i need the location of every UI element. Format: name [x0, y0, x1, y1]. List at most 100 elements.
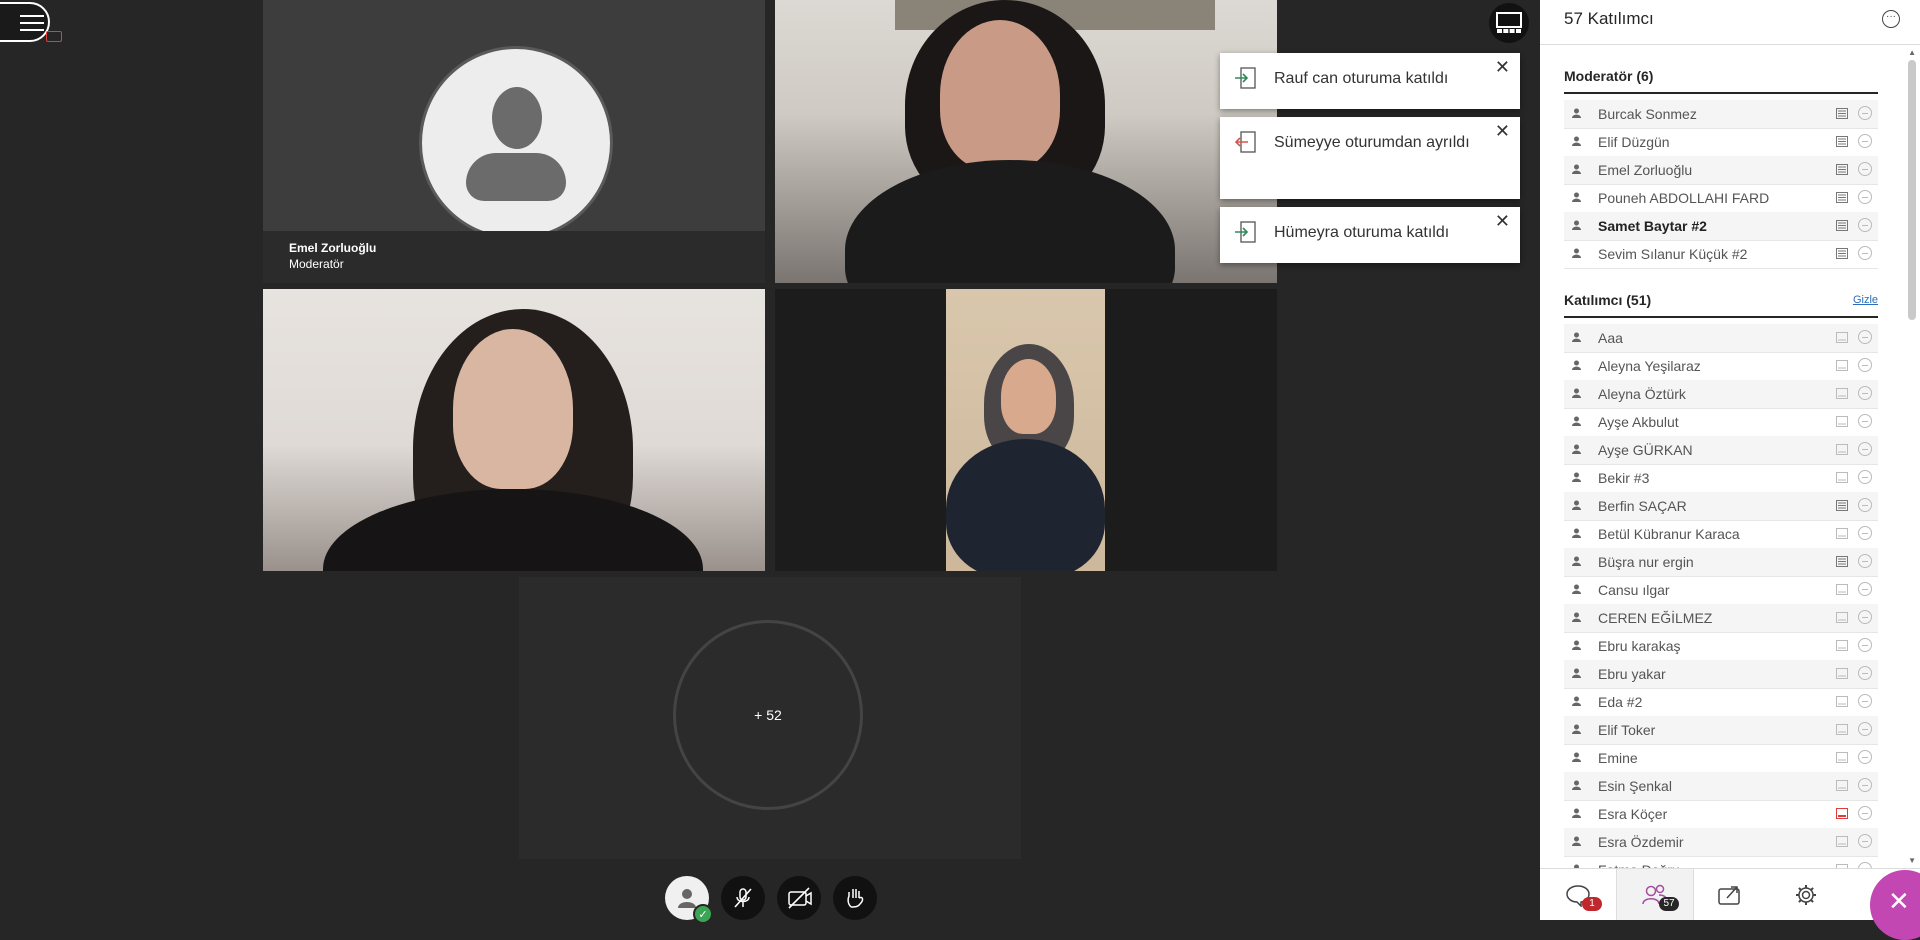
participant-options-icon[interactable] — [1858, 498, 1872, 512]
participant-options-icon[interactable] — [1858, 778, 1872, 792]
participant-row[interactable]: Bekir #3 — [1564, 464, 1878, 493]
microphone-off-icon — [734, 888, 752, 908]
participant-options-icon[interactable] — [1858, 386, 1872, 400]
participant-options-icon[interactable] — [1858, 834, 1872, 848]
video-person-face — [453, 329, 573, 489]
chat-unread-badge: 1 — [1582, 897, 1602, 911]
video-tile-webcam-3[interactable] — [775, 289, 1277, 571]
participant-name: Pouneh ABDOLLAHI FARD — [1598, 190, 1770, 206]
close-panel-button[interactable]: ✕ — [1870, 870, 1920, 940]
participant-row[interactable]: Aaa — [1564, 324, 1878, 353]
participant-options-icon[interactable] — [1858, 582, 1872, 596]
mic-level-icon — [1836, 528, 1848, 539]
participant-row[interactable]: Betül Kübranur Karaca — [1564, 520, 1878, 549]
participant-row[interactable]: Sevim Sılanur Küçük #2 — [1564, 240, 1878, 269]
participant-row[interactable]: Berfin SAÇAR — [1564, 492, 1878, 521]
video-person-body — [946, 439, 1105, 571]
participant-row[interactable]: Cansu ılgar — [1564, 576, 1878, 605]
gear-icon — [1796, 884, 1816, 905]
participant-options-icon[interactable] — [1858, 190, 1872, 204]
participant-options-icon[interactable] — [1858, 638, 1872, 652]
mic-level-icon — [1836, 556, 1848, 567]
video-person-face — [940, 20, 1060, 170]
toast-close-button[interactable]: ✕ — [1495, 57, 1510, 78]
participant-row[interactable]: Ebru yakar — [1564, 660, 1878, 689]
participant-row[interactable]: Ebru karakaş — [1564, 632, 1878, 661]
participant-row[interactable]: Esin Şenkal — [1564, 772, 1878, 801]
participant-row[interactable]: Emine — [1564, 744, 1878, 773]
participant-options-icon[interactable] — [1858, 750, 1872, 764]
settings-tab-button[interactable] — [1768, 869, 1844, 920]
participant-row[interactable]: Esra Özdemir — [1564, 828, 1878, 857]
avatar-body — [466, 153, 566, 201]
participant-options-icon[interactable] — [1858, 414, 1872, 428]
mic-level-icon — [1836, 500, 1848, 511]
video-tile-speaker[interactable]: Emel Zorluoğlu Moderatör — [263, 0, 765, 283]
participant-row[interactable]: Ayşe GÜRKAN — [1564, 436, 1878, 465]
toast-close-button[interactable]: ✕ — [1495, 121, 1510, 142]
user-icon — [1572, 472, 1581, 482]
layout-toggle-button[interactable] — [1489, 3, 1529, 43]
scroll-down-arrow[interactable]: ▼ — [1908, 856, 1916, 865]
participant-options-icon[interactable] — [1858, 246, 1872, 260]
raise-hand-button[interactable] — [833, 876, 877, 920]
participant-options-icon[interactable] — [1858, 666, 1872, 680]
chat-tab-button[interactable]: 1 — [1540, 869, 1616, 920]
speaker-role: Moderatör — [289, 257, 344, 271]
participant-name: Esra Özdemir — [1598, 834, 1684, 850]
participant-options-icon[interactable] — [1858, 358, 1872, 372]
session-menu-button[interactable] — [0, 2, 62, 42]
participants-section-header: Katılımcı (51) Gizle — [1564, 292, 1878, 318]
participant-row[interactable]: Samet Baytar #2 — [1564, 212, 1878, 241]
microphone-toggle-button[interactable] — [721, 876, 765, 920]
participant-row[interactable]: Eda #2 — [1564, 688, 1878, 717]
toast-text: Sümeyye oturumdan ayrıldı — [1274, 134, 1470, 151]
participant-name: Aaa — [1598, 330, 1623, 346]
participants-tab-button[interactable]: 57 — [1616, 869, 1694, 920]
my-status-button[interactable]: ✓ — [665, 876, 713, 924]
user-icon — [1572, 836, 1581, 846]
toast-close-button[interactable]: ✕ — [1495, 211, 1510, 232]
participant-options-icon[interactable] — [1858, 106, 1872, 120]
participant-row[interactable]: Aleyna Öztürk — [1564, 380, 1878, 409]
recording-icon — [46, 31, 62, 42]
participant-row[interactable]: Elif Toker — [1564, 716, 1878, 745]
participant-options-icon[interactable] — [1858, 330, 1872, 344]
participant-row[interactable]: Esra Köçer — [1564, 800, 1878, 829]
participant-options-icon[interactable] — [1858, 218, 1872, 232]
participant-row[interactable]: Elif Düzgün — [1564, 128, 1878, 157]
participant-name: Emel Zorluoğlu — [1598, 162, 1693, 178]
participant-row[interactable]: Pouneh ABDOLLAHI FARD — [1564, 184, 1878, 213]
participant-row[interactable]: Emel Zorluoğlu — [1564, 156, 1878, 185]
join-icon — [1235, 221, 1256, 243]
scroll-up-arrow[interactable]: ▲ — [1908, 48, 1916, 57]
scrollbar-thumb[interactable] — [1908, 60, 1916, 320]
participant-options-icon[interactable] — [1858, 610, 1872, 624]
ellipsis-icon[interactable]: ··· — [1882, 10, 1900, 28]
participant-options-icon[interactable] — [1858, 162, 1872, 176]
participant-row[interactable]: Ayşe Akbulut — [1564, 408, 1878, 437]
participant-options-icon[interactable] — [1858, 722, 1872, 736]
participants-count-badge: 57 — [1659, 897, 1679, 911]
participant-row[interactable]: Büşra nur ergin — [1564, 548, 1878, 577]
participant-options-icon[interactable] — [1858, 526, 1872, 540]
video-tile-webcam-1[interactable] — [775, 0, 1277, 283]
participant-row[interactable]: Burcak Sonmez — [1564, 100, 1878, 129]
overflow-participants-tile[interactable]: + 52 — [519, 577, 1021, 859]
share-content-tab-button[interactable] — [1692, 869, 1768, 920]
hand-icon — [847, 889, 864, 908]
mic-level-icon — [1836, 472, 1848, 483]
participant-name: Samet Baytar #2 — [1598, 218, 1707, 234]
participant-options-icon[interactable] — [1858, 470, 1872, 484]
participant-options-icon[interactable] — [1858, 694, 1872, 708]
participant-options-icon[interactable] — [1858, 806, 1872, 820]
video-tile-webcam-2[interactable] — [263, 289, 765, 571]
participant-options-icon[interactable] — [1858, 554, 1872, 568]
participant-options-icon[interactable] — [1858, 442, 1872, 456]
participant-row[interactable]: Aleyna Yeşilaraz — [1564, 352, 1878, 381]
camera-toggle-button[interactable] — [777, 876, 821, 920]
user-icon — [1572, 808, 1581, 818]
participant-options-icon[interactable] — [1858, 134, 1872, 148]
participant-row[interactable]: CEREN EĞİLMEZ — [1564, 604, 1878, 633]
hide-participants-link[interactable]: Gizle — [1853, 294, 1878, 306]
